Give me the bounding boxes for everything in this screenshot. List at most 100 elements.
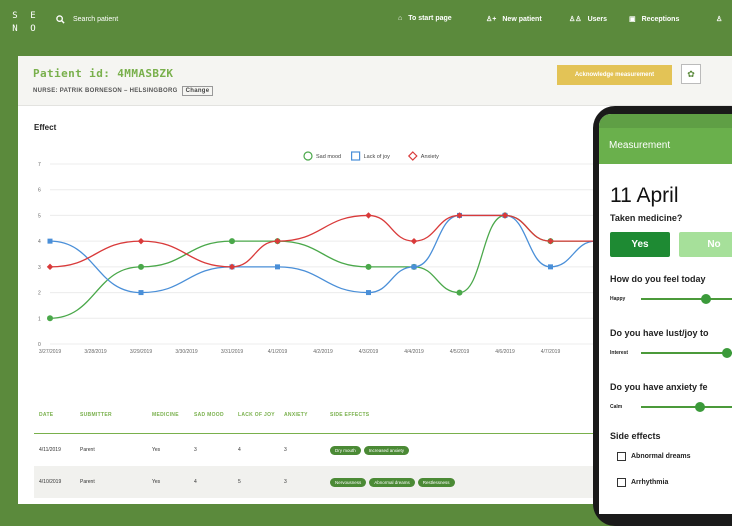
data-point: [366, 290, 371, 296]
table-row[interactable]: 4/11/2019 Parent Yes 3 4 3 Dry mouth Inc…: [34, 434, 604, 466]
effect-chart: 0 1 2 3 4 5 6 7 3/27/2019 3/28/2019 3/29/2019 3/30/…: [38, 151, 598, 355]
data-point: [274, 237, 281, 245]
side-effects: Nervousness Abnormal dreams Restlessness: [330, 477, 604, 487]
data-point: [137, 237, 145, 245]
y-tick-label: 5: [38, 213, 41, 219]
label-calm: Calm: [610, 404, 623, 410]
measurement-table: DATE SUBMITTER MEDICINE SAD MOOD LACK OF…: [34, 404, 604, 498]
y-tick-label: 7: [38, 162, 41, 168]
data-point: [275, 264, 280, 270]
question-joy: Do you have lust/joy to: [610, 328, 709, 338]
side-effect-tag: Nervousness: [330, 477, 367, 487]
phone-mockup: Measurement 11 April Taken medicine? Yes…: [593, 106, 732, 526]
search-icon: [56, 15, 65, 24]
data-point: [47, 315, 53, 322]
x-tick-label: 4/2/2019: [313, 349, 333, 355]
building-icon: ▣: [629, 16, 636, 23]
checkbox-box[interactable]: [617, 478, 626, 487]
yes-button[interactable]: Yes: [610, 232, 670, 257]
change-button[interactable]: Change: [181, 86, 214, 96]
joy-slider[interactable]: [641, 352, 732, 354]
question-feel: How do you feel today: [610, 274, 706, 284]
data-point: [547, 237, 554, 245]
legend-marker: [407, 151, 418, 161]
patient-id: Patient id: 4MMASBZK: [33, 67, 174, 80]
side-effects-title: Side effects: [610, 431, 661, 441]
no-button[interactable]: No: [679, 232, 732, 257]
gear-icon[interactable]: ✿: [681, 64, 701, 84]
x-tick-label: 3/27/2019: [39, 349, 61, 355]
x-tick-label: 4/5/2019: [450, 349, 470, 355]
seno-logo[interactable]: SE NO: [6, 10, 42, 36]
add-user-icon: ♙+: [486, 16, 497, 23]
legend-label: Sad mood: [316, 154, 341, 160]
nav-to-start-page[interactable]: ⌂ To start page: [398, 15, 452, 22]
data-point: [365, 212, 372, 219]
data-point: [456, 289, 463, 296]
nav-users[interactable]: ♙♙ Users: [569, 15, 607, 24]
x-tick-label: 3/28/2019: [84, 349, 106, 355]
checkbox-box[interactable]: [617, 452, 626, 461]
measurement-header: Measurement: [599, 128, 732, 164]
y-tick-label: 4: [38, 239, 41, 245]
top-navbar: SE NO Search patient ⌂ To start page ♙+ Ne…: [0, 0, 732, 46]
label-interest: Interest: [610, 350, 629, 356]
x-tick-label: 4/3/2019: [359, 349, 379, 355]
user-icon: ♙: [716, 16, 723, 23]
x-tick-label: 3/29/2019: [130, 349, 152, 355]
anxiety-slider[interactable]: [641, 406, 732, 408]
y-tick-label: 6: [38, 188, 41, 194]
label-happy: Happy: [610, 296, 626, 302]
side-effect-tag: Dry mouth: [330, 445, 361, 455]
table-header: DATE SUBMITTER MEDICINE SAD MOOD LACK OF…: [34, 404, 604, 434]
acknowledge-button[interactable]: Acknowledge measurement: [557, 65, 672, 85]
measurement-date: 11 April: [610, 184, 679, 207]
phone-screen: Measurement 11 April Taken medicine? Yes…: [599, 114, 732, 514]
nav-receptions[interactable]: ▣ Receptions: [629, 15, 679, 24]
feel-slider[interactable]: [641, 298, 732, 300]
x-tick-label: 4/4/2019: [404, 349, 424, 355]
side-effect-tag: Increased anxiety: [363, 445, 410, 455]
phone-status-bar: [599, 114, 732, 128]
feel-slider-knob[interactable]: [700, 294, 711, 304]
question-anxiety: Do you have anxiety fe: [610, 382, 708, 392]
data-point: [138, 290, 144, 296]
y-tick-label: 2: [38, 291, 41, 297]
anxiety-slider-knob[interactable]: [695, 402, 706, 412]
data-point: [47, 238, 53, 244]
search-input[interactable]: Search patient: [73, 16, 118, 23]
side-effect-tag: Abnormal dreams: [369, 477, 415, 487]
side-effects: Dry mouth Increased anxiety: [330, 445, 604, 455]
side-effect-tag: Restlessness: [417, 477, 455, 487]
x-tick-label: 4/7/2019: [541, 349, 561, 355]
y-tick-label: 3: [38, 265, 41, 271]
nav-new-patient[interactable]: ♙+ New patient: [486, 15, 542, 24]
x-tick-label: 3/31/2019: [221, 349, 243, 355]
legend-marker: [303, 151, 313, 161]
data-point: [410, 237, 418, 245]
checkbox-arrhythmia[interactable]: Arrhythmia: [617, 478, 668, 487]
question-medicine: Taken medicine?: [610, 213, 683, 223]
data-point: [229, 238, 235, 245]
data-point: [548, 264, 553, 270]
legend-label: Anxiety: [421, 154, 439, 160]
nurse-info: NURSE: PATRIK BORNESON – HELSINGBORG Cha…: [33, 86, 214, 96]
data-point: [138, 263, 144, 270]
table-row[interactable]: 4/10/2019 Parent Yes 4 5 3 Nervousness A…: [34, 466, 604, 498]
y-tick-label: 0: [38, 342, 41, 348]
x-tick-label: 3/30/2019: [175, 349, 197, 355]
data-point: [365, 263, 372, 270]
joy-slider-knob[interactable]: [722, 348, 732, 358]
y-tick-label: 1: [38, 316, 41, 322]
search-patient[interactable]: Search patient: [56, 15, 118, 24]
effect-title: Effect: [34, 123, 57, 132]
data-point: [411, 264, 417, 270]
x-tick-label: 4/6/2019: [495, 349, 515, 355]
users-icon: ♙♙: [569, 16, 582, 23]
checkbox-abnormal-dreams[interactable]: Abnormal dreams: [617, 452, 691, 461]
legend-label: Lack of joy: [364, 154, 391, 160]
data-point: [46, 263, 54, 271]
x-tick-label: 4/1/2019: [268, 349, 288, 355]
legend-marker: [351, 151, 361, 161]
nav-account[interactable]: ♙: [716, 15, 722, 23]
